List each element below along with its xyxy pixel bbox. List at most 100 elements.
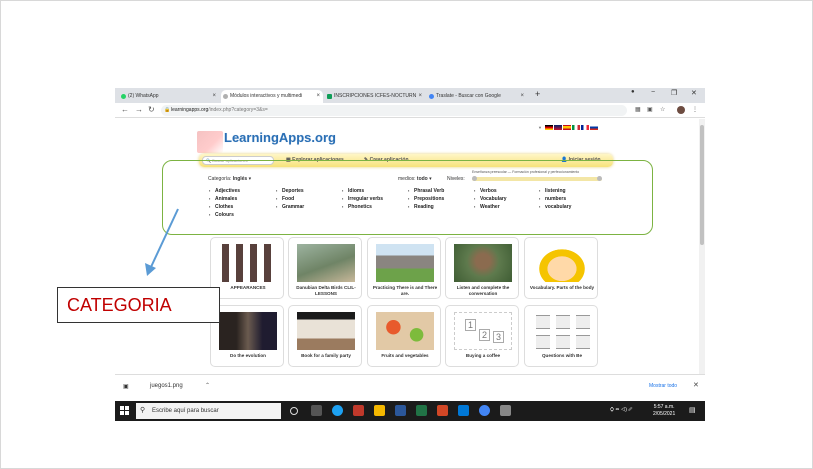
category-filter[interactable]: Categoría: Inglés ▾ <box>208 176 251 182</box>
word-icon[interactable] <box>395 405 406 416</box>
subcategory-link[interactable]: Adjectives <box>209 187 240 195</box>
download-file-name[interactable]: juegos1.png <box>150 383 183 389</box>
app-thumbnail <box>297 312 355 350</box>
app-thumbnail <box>219 244 277 282</box>
edge-icon[interactable] <box>332 405 343 416</box>
qr-icon[interactable]: ▦ <box>635 106 641 113</box>
file-explorer-icon[interactable] <box>374 405 385 416</box>
subcategory-link[interactable]: Reading <box>408 203 444 211</box>
flag-it-icon[interactable] <box>571 125 580 130</box>
tab-inscripciones[interactable]: INSCRIPCIONES ICFES-NOCTURN × <box>325 90 425 103</box>
star-icon[interactable]: ☆ <box>660 106 665 113</box>
subcategory-link[interactable]: Idioms <box>342 187 383 195</box>
subcategory-link[interactable]: Irregular verbs <box>342 195 383 203</box>
app-card[interactable]: Danubian Delta Birds CLIL-LESSONS <box>288 237 362 299</box>
subcategory-column: listening numbers vocabulary <box>539 187 571 211</box>
close-window-button[interactable]: ✕ <box>691 89 697 97</box>
subcategory-link[interactable]: Phonetics <box>342 203 383 211</box>
app-title: Do the evolution <box>230 353 266 358</box>
system-tray-icons[interactable]: ⛭ ▭ ◁) ␥ <box>610 407 632 413</box>
subcategory-link[interactable]: Weather <box>474 203 507 211</box>
subcategory-link[interactable]: Grammar <box>276 203 304 211</box>
photos-icon[interactable] <box>353 405 364 416</box>
scrollbar-thumb[interactable] <box>700 125 704 245</box>
download-bar: ▣ juegos1.png ⌃ Mostrar todo ✕ <box>115 374 705 399</box>
restore-button[interactable]: ❐ <box>671 89 677 97</box>
app-card[interactable]: Vocabulary. Parts of the body <box>524 237 598 299</box>
subcategory-link[interactable]: Verbos <box>474 187 507 195</box>
tab-close-icon[interactable]: × <box>418 90 422 103</box>
slider-handle-min[interactable] <box>472 176 477 181</box>
windows-start-icon[interactable] <box>120 406 130 416</box>
flag-de-icon[interactable] <box>544 125 553 130</box>
levels-slider[interactable] <box>472 176 602 181</box>
menu-icon[interactable]: ⋮ <box>692 106 698 113</box>
subcategory-link[interactable]: Animales <box>209 195 240 203</box>
tab-label: INSCRIPCIONES ICFES-NOCTURN <box>334 93 417 99</box>
subcategory-link[interactable]: Colours <box>209 211 240 219</box>
close-icon[interactable]: ✕ <box>693 381 699 389</box>
avatar[interactable] <box>677 106 685 114</box>
flag-dropdown-icon[interactable]: ▼ <box>538 125 542 130</box>
back-icon[interactable]: ← <box>121 105 129 114</box>
taskbar-clock[interactable]: 5:57 a.m. 2/05/2021 <box>653 404 675 418</box>
medios-filter[interactable]: medios: todo ▾ <box>398 176 432 182</box>
subcategory-link[interactable]: listening <box>539 187 571 195</box>
subcategory-link[interactable]: Deportes <box>276 187 304 195</box>
page-scrollbar[interactable] <box>699 119 705 374</box>
taskbar-search[interactable]: ⚲ Escribe aquí para buscar <box>136 403 281 419</box>
subcategory-link[interactable]: Phrasal Verb <box>408 187 444 195</box>
excel-icon[interactable] <box>416 405 427 416</box>
subcategory-link[interactable]: Vocabulary <box>474 195 507 203</box>
app-card[interactable]: Questions with Be <box>524 305 598 367</box>
app-card[interactable]: 1 2 3 Buying a coffee <box>445 305 519 367</box>
subcategory-link[interactable]: Food <box>276 195 304 203</box>
site-logo[interactable]: LearningApps.org <box>224 130 336 145</box>
tab-close-icon[interactable]: × <box>212 90 216 103</box>
flag-es-icon[interactable] <box>562 125 571 130</box>
app-card[interactable]: APPEARANCES <box>210 237 284 299</box>
reload-icon[interactable]: ↻ <box>148 105 155 114</box>
cortana-icon[interactable] <box>290 407 298 415</box>
subcategory-link[interactable]: numbers <box>539 195 571 203</box>
notifications-icon[interactable]: ▤ <box>689 406 696 414</box>
app-card[interactable]: Practicing There is and There are. <box>367 237 441 299</box>
tab-close-icon[interactable]: × <box>520 90 524 103</box>
app-card[interactable]: Book for a family party <box>288 305 362 367</box>
subcategory-column: Idioms Irregular verbs Phonetics <box>342 187 383 211</box>
security-icon[interactable] <box>500 405 511 416</box>
app-card[interactable]: Do the evolution <box>210 305 284 367</box>
app-card[interactable]: Listen and complete the conversation <box>445 237 519 299</box>
flag-ru-icon[interactable] <box>589 125 598 130</box>
app-card[interactable]: Fruits and vegetables <box>367 305 441 367</box>
chevron-up-icon[interactable]: ⌃ <box>205 382 210 389</box>
tab-bar: (2) WhatsApp × Módulos interactivos y mu… <box>115 88 705 103</box>
subcategory-link[interactable]: Prepositions <box>408 195 444 203</box>
subcategory-link[interactable]: Clothes <box>209 203 240 211</box>
tab-learningapps[interactable]: Módulos interactivos y multimedi × <box>221 90 323 103</box>
minimize-button[interactable]: − <box>651 89 655 96</box>
flag-gb-icon[interactable] <box>553 125 562 130</box>
browser-window: (2) WhatsApp × Módulos interactivos y mu… <box>115 88 705 421</box>
new-tab-button[interactable]: + <box>535 89 540 99</box>
app-title: Danubian Delta Birds CLIL-LESSONS <box>296 285 356 296</box>
app-thumbnail <box>533 244 591 282</box>
show-all-button[interactable]: Mostrar todo <box>649 383 677 389</box>
profile-icon[interactable]: ● <box>631 89 635 95</box>
powerpoint-icon[interactable] <box>437 405 448 416</box>
tab-close-icon[interactable]: × <box>316 90 320 103</box>
translate-icon[interactable]: ▣ <box>647 106 653 113</box>
mail-icon[interactable] <box>458 405 469 416</box>
chrome-icon[interactable] <box>479 405 490 416</box>
task-view-icon[interactable] <box>311 405 322 416</box>
url-field[interactable]: 🔒 learningapps.org/index.php?category=3&… <box>161 105 627 116</box>
flag-fr-icon[interactable] <box>580 125 589 130</box>
app-thumbnail: 1 2 3 <box>454 312 512 350</box>
tab-whatsapp[interactable]: (2) WhatsApp × <box>119 90 219 103</box>
tab-google[interactable]: Traslate - Buscar con Google × <box>427 90 527 103</box>
page-content: LearningApps.org ▼ 🔍 Buscar aplicaciones… <box>115 119 699 374</box>
forward-icon[interactable]: → <box>135 105 143 114</box>
slide-canvas: (2) WhatsApp × Módulos interactivos y mu… <box>0 0 813 469</box>
subcategory-link[interactable]: vocabulary <box>539 203 571 211</box>
slider-handle-max[interactable] <box>597 176 602 181</box>
